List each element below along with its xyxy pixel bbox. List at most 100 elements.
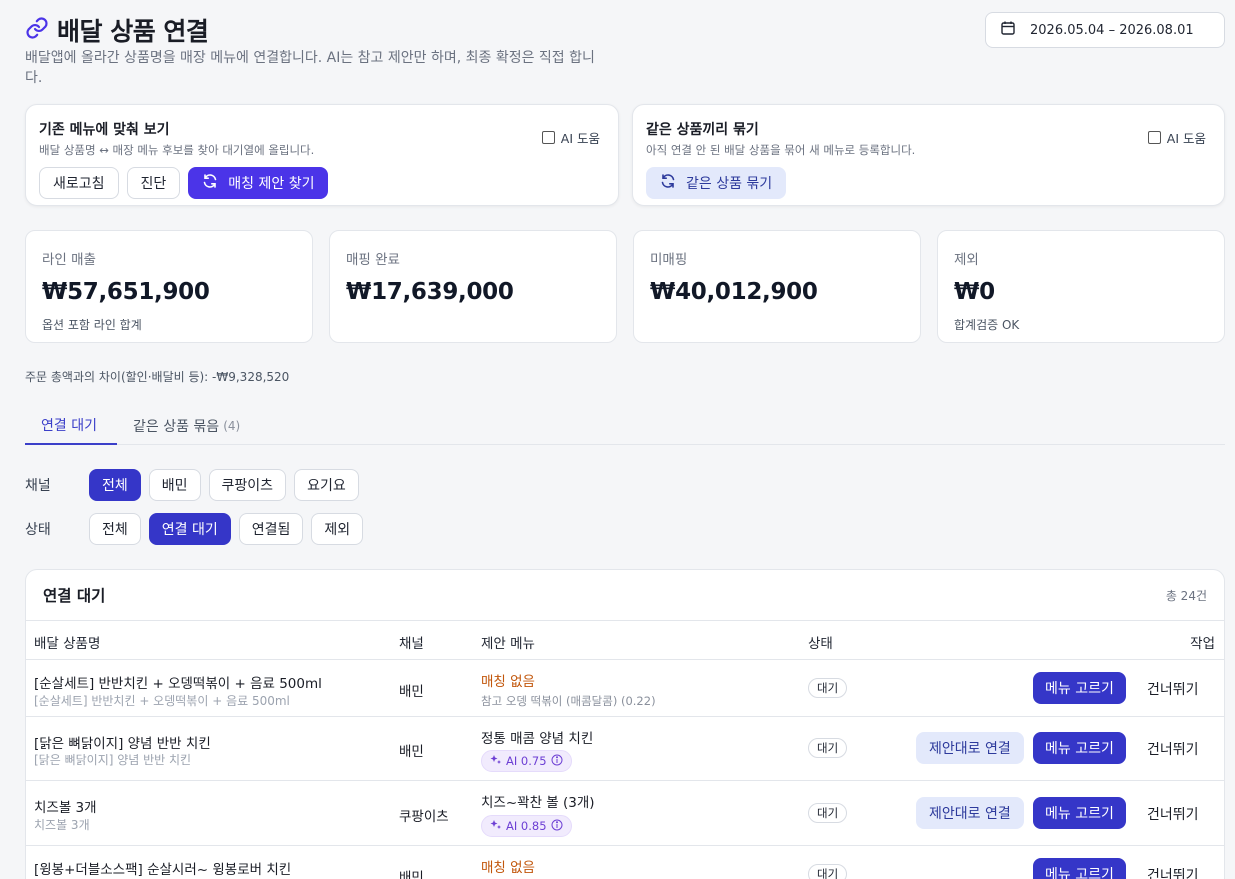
- match-ai-label: AI 도움: [560, 131, 600, 146]
- find-match-button[interactable]: 매칭 제안 찾기: [188, 167, 329, 199]
- no-match-text: 매칭 없음: [481, 860, 535, 876]
- channel-chip-all[interactable]: 전체: [89, 469, 141, 501]
- pick-menu-button[interactable]: 메뉴 고르기: [1033, 732, 1126, 764]
- group-panel: 같은 상품끼리 묶기 아직 연결 안 된 배달 상품을 묶어 새 메뉴로 등록합…: [632, 104, 1225, 206]
- group-ai-checkbox[interactable]: AI 도움: [1147, 128, 1206, 147]
- match-button-row: 새로고침 진단 매칭 제안 찾기: [39, 167, 605, 199]
- suggested-menu: 정통 매콤 양념 치킨: [481, 731, 594, 747]
- ai-score-badge: AI 0.85: [481, 815, 572, 837]
- status-filter-label: 상태: [25, 522, 51, 538]
- table-row: [윙봉+더블소스팩] 순살시러~ 윙봉로버 치킨 배민 매칭 없음 대기 메뉴 …: [26, 846, 1224, 879]
- status-chip-all[interactable]: 전체: [89, 513, 141, 545]
- channel-chip-baemin[interactable]: 배민: [148, 469, 201, 501]
- match-panel-title: 기존 메뉴에 맞춰 보기: [39, 122, 170, 138]
- ai-score: AI 0.75: [506, 754, 547, 768]
- column-headers: 배달 상품명 채널 제안 메뉴 상태 작업: [26, 620, 1224, 660]
- pending-table: 연결 대기 총 24건 배달 상품명 채널 제안 메뉴 상태 작업 [순살세트]…: [25, 569, 1225, 879]
- table-row: [닭은 뼈닭이지] 양념 반반 치킨 [닭은 뼈닭이지] 양념 반반 치킨 배민…: [26, 717, 1224, 781]
- order-diff-note: 주문 총액과의 차이(할인·배달비 등): -₩9,328,520: [25, 370, 290, 384]
- sparkle-icon: [490, 754, 502, 769]
- ai-score: AI 0.85: [506, 819, 547, 833]
- no-match-text: 매칭 없음: [481, 674, 535, 690]
- col-channel: 채널: [399, 636, 424, 652]
- title-row: 배달 상품 연결: [25, 12, 209, 48]
- row-channel: 쿠팡이츠: [399, 809, 449, 825]
- sparkle-icon: [490, 819, 502, 834]
- pick-menu-button[interactable]: 메뉴 고르기: [1033, 672, 1126, 704]
- status-chip-excluded[interactable]: 제외: [311, 513, 364, 545]
- pick-menu-button[interactable]: 메뉴 고르기: [1033, 858, 1126, 879]
- skip-button[interactable]: 건너뛰기: [1147, 865, 1199, 879]
- col-status: 상태: [808, 636, 833, 652]
- accept-suggestion-button[interactable]: 제안대로 연결: [916, 797, 1024, 829]
- col-name: 배달 상품명: [34, 636, 101, 652]
- refresh-icon: [660, 173, 676, 193]
- channel-filter: 채널 전체 배민 쿠팡이츠 요기요: [25, 469, 367, 501]
- stat-value: ₩17,639,000: [346, 279, 514, 305]
- skip-button[interactable]: 건너뛰기: [1147, 679, 1199, 699]
- skip-button[interactable]: 건너뛰기: [1147, 739, 1199, 759]
- find-match-label: 매칭 제안 찾기: [228, 176, 315, 192]
- checkbox-icon: [1147, 131, 1161, 144]
- page-description: 배달앱에 올라간 상품명을 매장 메뉴에 연결합니다. AI는 참고 제안만 하…: [25, 50, 595, 86]
- group-button-row: 같은 상품 묶기: [646, 167, 1211, 199]
- diagnose-button[interactable]: 진단: [126, 167, 181, 199]
- stat-line-sales: 라인 매출 ₩57,651,900 옵션 포함 라인 합계: [25, 230, 313, 343]
- refresh-button[interactable]: 새로고침: [39, 167, 119, 199]
- tab-groups[interactable]: 같은 상품 묶음 (4): [117, 406, 256, 445]
- status-badge: 대기: [808, 738, 848, 758]
- channel-chip-yogiyo[interactable]: 요기요: [294, 469, 359, 501]
- match-hint: 참고 오뎅 떡볶이 (매콤달콤) (0.22): [481, 694, 656, 708]
- date-range-text: 2026.05.04 – 2026.08.01: [1030, 22, 1194, 38]
- stat-label: 라인 매출: [42, 252, 96, 268]
- ai-score-badge: AI 0.75: [481, 750, 572, 772]
- stat-unmapped: 미매핑 ₩40,012,900: [633, 230, 921, 343]
- pick-menu-button[interactable]: 메뉴 고르기: [1033, 797, 1126, 829]
- product-name: [순살세트] 반반치킨 + 오뎅떡볶이 + 음료 500ml: [34, 676, 322, 692]
- group-panel-title: 같은 상품끼리 묶기: [646, 122, 759, 138]
- link-icon: [25, 16, 49, 44]
- product-name: [윙봉+더블소스팩] 순살시러~ 윙봉로버 치킨: [34, 862, 292, 878]
- match-panel-subtitle: 배달 상품명 ↔ 매장 메뉴 후보를 찾아 대기열에 올립니다.: [39, 143, 315, 157]
- page-title: 배달 상품 연결: [57, 17, 209, 46]
- group-products-label: 같은 상품 묶기: [686, 176, 773, 192]
- table-title: 연결 대기: [43, 587, 106, 605]
- status-badge: 대기: [808, 803, 848, 823]
- table-row: [순살세트] 반반치킨 + 오뎅떡볶이 + 음료 500ml [순살세트] 반반…: [26, 660, 1224, 717]
- page: 배달 상품 연결 배달앱에 올라간 상품명을 매장 메뉴에 연결합니다. AI는…: [25, 0, 1225, 879]
- stat-value: ₩40,012,900: [650, 279, 818, 305]
- group-ai-label: AI 도움: [1166, 131, 1206, 146]
- date-range-picker[interactable]: 2026.05.04 – 2026.08.01: [985, 12, 1225, 48]
- accept-suggestion-button[interactable]: 제안대로 연결: [916, 732, 1024, 764]
- stat-note: 옵션 포함 라인 합계: [42, 318, 142, 332]
- table-row: 치즈볼 3개 치즈볼 3개 쿠팡이츠 치즈~꽉찬 볼 (3개) AI 0.85 …: [26, 781, 1224, 846]
- channel-chip-coupangeats[interactable]: 쿠팡이츠: [208, 469, 287, 501]
- product-name: [닭은 뼈닭이지] 양념 반반 치킨: [34, 736, 211, 752]
- col-suggestion: 제안 메뉴: [481, 636, 535, 652]
- status-chip-pending[interactable]: 연결 대기: [148, 513, 231, 545]
- channel-filter-label: 채널: [25, 478, 51, 494]
- table-total: 총 24건: [1165, 588, 1207, 603]
- stat-note: 합계검증 OK: [954, 318, 1020, 332]
- product-name: 치즈볼 3개: [34, 800, 97, 816]
- status-chip-linked[interactable]: 연결됨: [238, 513, 304, 545]
- info-icon[interactable]: [551, 819, 563, 834]
- product-subname: [순살세트] 반반치킨 + 오뎅떡볶이 + 음료 500ml: [34, 694, 290, 708]
- group-panel-subtitle: 아직 연결 안 된 배달 상품을 묶어 새 메뉴로 등록합니다.: [646, 143, 916, 157]
- col-action: 작업: [1190, 636, 1215, 652]
- match-ai-checkbox[interactable]: AI 도움: [541, 128, 600, 147]
- status-badge: 대기: [808, 864, 848, 879]
- checkbox-icon: [541, 131, 555, 144]
- tab-label: 연결 대기: [41, 417, 97, 434]
- status-filter: 상태 전체 연결 대기 연결됨 제외: [25, 513, 371, 545]
- stat-mapped: 매핑 완료 ₩17,639,000: [329, 230, 617, 343]
- row-channel: 배민: [399, 744, 424, 760]
- tab-label: 같은 상품 묶음: [133, 418, 220, 435]
- tab-count: (4): [223, 418, 241, 433]
- info-icon[interactable]: [551, 754, 563, 769]
- skip-button[interactable]: 건너뛰기: [1147, 804, 1199, 824]
- row-channel: 배민: [399, 684, 424, 700]
- stat-excluded: 제외 ₩0 합계검증 OK: [937, 230, 1225, 343]
- group-products-button[interactable]: 같은 상품 묶기: [646, 167, 787, 199]
- tab-pending[interactable]: 연결 대기: [25, 406, 117, 445]
